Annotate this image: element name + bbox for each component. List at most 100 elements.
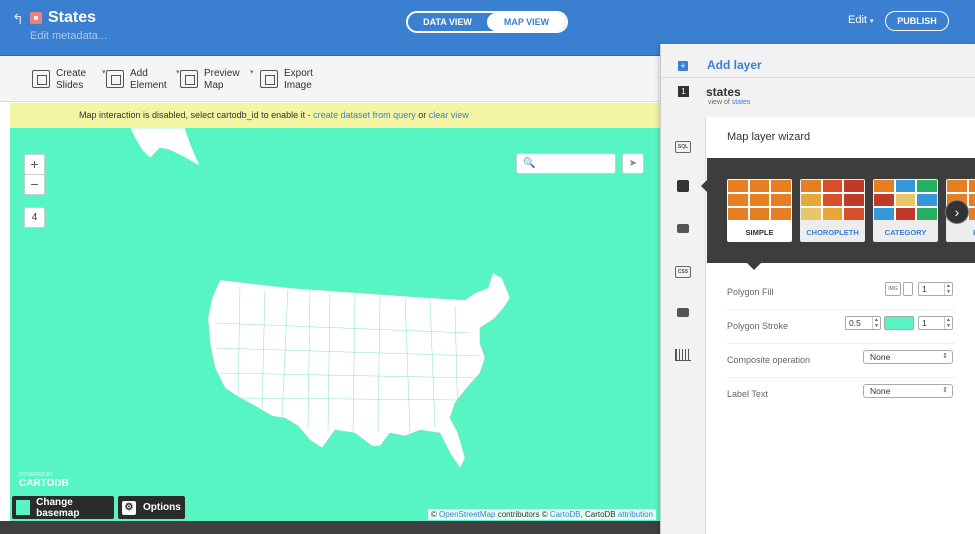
wizard-title: Map layer wizard bbox=[707, 117, 975, 158]
fill-opacity-stepper[interactable]: 1 ▲ ▼ bbox=[918, 282, 953, 296]
chevron-down-icon[interactable]: ▾ bbox=[176, 68, 180, 76]
brush-icon[interactable] bbox=[677, 180, 689, 192]
swatch-cell bbox=[801, 208, 821, 220]
card-swatch bbox=[874, 180, 937, 220]
element-icon bbox=[106, 70, 124, 88]
create-slides-button[interactable]: Create Slides ▾ bbox=[32, 68, 106, 92]
publish-button[interactable]: PUBLISH bbox=[885, 11, 949, 31]
card-label: CATEGORY bbox=[884, 228, 927, 237]
stepper-arrows-icon[interactable]: ▲ ▼ bbox=[872, 317, 880, 329]
swatch-cell bbox=[947, 180, 967, 192]
stepper-arrows-icon[interactable]: ▲ ▼ bbox=[944, 317, 952, 329]
swatch-cell bbox=[917, 180, 937, 192]
legend-icon[interactable] bbox=[677, 308, 689, 317]
alaska-landmass bbox=[129, 128, 201, 167]
sql-icon[interactable]: SQL bbox=[675, 141, 691, 153]
swatch-cell bbox=[771, 208, 791, 220]
zoom-out-button[interactable]: − bbox=[24, 174, 45, 195]
wizard-card-category[interactable]: CATEGORY bbox=[873, 179, 938, 242]
bottom-strip bbox=[0, 521, 660, 534]
css-icon-label: CSS bbox=[677, 269, 689, 275]
add-layer-button[interactable]: + Add layer bbox=[661, 44, 975, 78]
comment-icon[interactable] bbox=[677, 224, 689, 233]
swatch-cell bbox=[844, 208, 864, 220]
tool-label: Element bbox=[130, 80, 167, 91]
create-dataset-link[interactable]: create dataset from query bbox=[313, 110, 416, 120]
histogram-icon[interactable] bbox=[675, 349, 691, 361]
gear-icon: ⚙ bbox=[122, 500, 136, 515]
search-icon: 🔍 bbox=[523, 158, 536, 169]
stroke-color-picker[interactable] bbox=[884, 316, 914, 330]
composite-operation-label: Composite operation bbox=[727, 355, 811, 365]
swatch-cell bbox=[801, 180, 821, 192]
clear-view-link[interactable]: clear view bbox=[429, 110, 469, 120]
export-image-button[interactable]: Export Image bbox=[260, 68, 328, 92]
tool-label: Map bbox=[204, 80, 224, 91]
image-picker-button[interactable]: IMG bbox=[885, 282, 901, 296]
swatch-cell bbox=[844, 194, 864, 206]
swatch-cell bbox=[917, 208, 937, 220]
composite-operation-row: Composite operation None ⇕ bbox=[727, 344, 955, 378]
back-arrow-icon[interactable]: ↰ bbox=[12, 11, 24, 28]
swatch-cell bbox=[822, 194, 843, 206]
map-canvas[interactable]: + − 4 🔍 ➤ POWERED BY CARTODB Change base… bbox=[10, 128, 660, 521]
swatch-cell bbox=[728, 194, 748, 206]
cartodb-link[interactable]: CartoDB bbox=[550, 510, 581, 519]
card-label: SIMPLE bbox=[745, 228, 774, 237]
lock-icon[interactable] bbox=[30, 12, 42, 24]
stepper-arrows-icon[interactable]: ▲ ▼ bbox=[944, 283, 952, 295]
attribution-link[interactable]: attribution bbox=[618, 510, 653, 519]
map-view-tab[interactable]: MAP VIEW bbox=[487, 13, 566, 31]
contiguous-us bbox=[207, 272, 511, 469]
swatch-cell bbox=[728, 180, 748, 192]
slides-icon bbox=[32, 70, 50, 88]
add-element-button[interactable]: Add Element ▾ bbox=[106, 68, 180, 92]
swatch-cell bbox=[801, 194, 821, 206]
card-label: BU bbox=[946, 228, 975, 237]
css-icon[interactable]: CSS bbox=[675, 266, 691, 278]
wizard-card-simple[interactable]: SIMPLE bbox=[727, 179, 792, 242]
osm-link[interactable]: OpenStreetMap bbox=[439, 510, 495, 519]
warning-text: Map interaction is disabled, select cart… bbox=[79, 110, 314, 120]
map-search-input[interactable]: 🔍 bbox=[516, 153, 616, 174]
chevron-down-icon[interactable]: ▾ bbox=[102, 68, 106, 76]
attribution-mid2: , CartoDB bbox=[580, 510, 618, 519]
map-attribution: © OpenStreetMap contributors © CartoDB, … bbox=[427, 509, 656, 520]
swatch-cell bbox=[895, 194, 916, 206]
page-title[interactable]: States bbox=[48, 9, 96, 27]
stroke-width-stepper[interactable]: 0.5 ▲ ▼ bbox=[845, 316, 881, 330]
swatch-cell bbox=[728, 208, 748, 220]
basemap-swatch bbox=[16, 500, 31, 515]
layer-source-link[interactable]: states bbox=[732, 99, 751, 106]
stroke-width-value: 0.5 bbox=[849, 318, 861, 328]
tool-label: Export bbox=[284, 68, 313, 79]
data-view-tab[interactable]: DATA VIEW bbox=[408, 13, 487, 31]
edit-menu[interactable]: Edit ▾ bbox=[848, 14, 874, 26]
wizard-card-choropleth[interactable]: CHOROPLETH bbox=[800, 179, 865, 242]
wizard-strip: SIMPLE CHOROPLETH CATEGORY BU › bbox=[707, 158, 975, 263]
layer-source-prefix: view of bbox=[708, 99, 732, 106]
cartodb-logo: CARTODB bbox=[19, 478, 69, 489]
color-picker-button[interactable] bbox=[903, 282, 913, 296]
tool-label: Image bbox=[284, 80, 312, 91]
tool-label: Preview bbox=[204, 68, 240, 79]
share-icon[interactable]: ➤ bbox=[622, 153, 644, 174]
edit-metadata-link[interactable]: Edit metadata... bbox=[30, 30, 107, 42]
stroke-opacity-stepper[interactable]: 1 ▲ ▼ bbox=[918, 316, 953, 330]
swatch-cell bbox=[822, 208, 843, 220]
add-layer-label: Add layer bbox=[707, 58, 762, 72]
change-basemap-button[interactable]: Change basemap bbox=[12, 496, 114, 519]
layer-number: 1 bbox=[678, 86, 689, 97]
composite-operation-value: None bbox=[870, 352, 891, 362]
chevron-down-icon[interactable]: ▾ bbox=[250, 68, 254, 76]
swatch-cell bbox=[771, 194, 791, 206]
composite-operation-select[interactable]: None ⇕ bbox=[863, 350, 953, 364]
swatch-cell bbox=[968, 208, 975, 220]
options-button[interactable]: ⚙ Options bbox=[118, 496, 185, 519]
preview-map-button[interactable]: Preview Map ▾ bbox=[180, 68, 254, 92]
chevron-right-icon[interactable]: › bbox=[945, 200, 969, 224]
label-text-select[interactable]: None ⇕ bbox=[863, 384, 953, 398]
zoom-in-button[interactable]: + bbox=[24, 154, 45, 175]
layer-name[interactable]: states bbox=[706, 85, 741, 99]
tool-label: Add bbox=[130, 68, 148, 79]
